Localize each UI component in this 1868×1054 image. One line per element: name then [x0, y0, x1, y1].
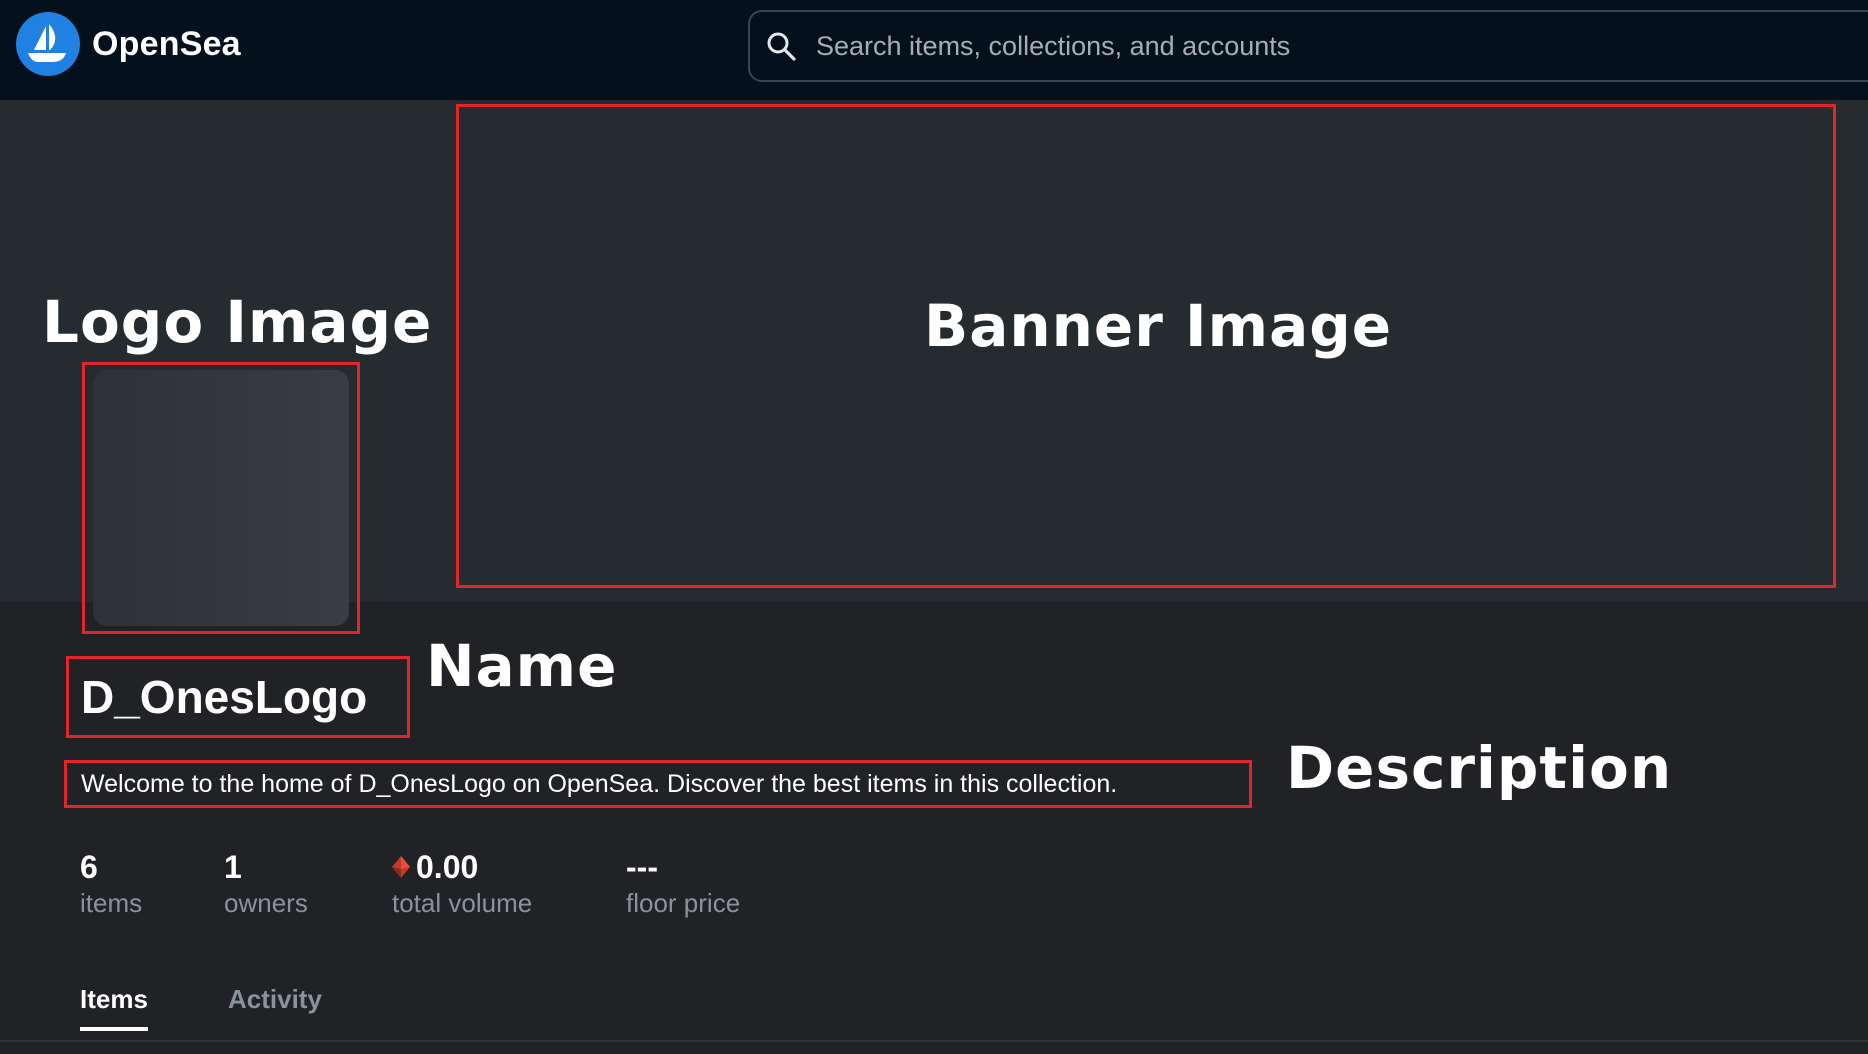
stat-label: items [80, 888, 143, 918]
collection-name-frame: D_OnesLogo [66, 656, 410, 738]
eth-icon [392, 849, 410, 886]
tab-activity[interactable]: Activity [228, 984, 322, 1027]
stat-owners[interactable]: 1 owners [224, 848, 308, 919]
stat-value: 1 [224, 848, 242, 885]
brand-home-link[interactable]: OpenSea [16, 12, 241, 76]
opensea-collection-page: OpenSea Banner Image Logo Image D_OnesLo… [0, 0, 1868, 1054]
name-annotation: Name [426, 632, 618, 700]
search-icon [764, 29, 798, 63]
stat-total-volume[interactable]: 0.00 total volume [392, 848, 532, 919]
stat-value: 6 [80, 848, 98, 885]
stat-items[interactable]: 6 items [80, 848, 142, 919]
stat-value-row: 0.00 [392, 848, 532, 886]
search-input[interactable] [814, 15, 1868, 77]
collection-name: D_OnesLogo [81, 671, 368, 723]
banner-image-annotation: Banner Image [924, 292, 1393, 360]
opensea-ship-icon [16, 12, 80, 76]
stat-label: owners [224, 888, 308, 918]
brand-name: OpenSea [92, 24, 241, 63]
description-annotation: Description [1286, 734, 1673, 802]
stat-label: total volume [392, 888, 533, 918]
logo-image-annotation: Logo Image [42, 288, 433, 356]
stat-label: floor price [626, 888, 741, 918]
search-bar[interactable] [748, 10, 1868, 82]
stat-value: --- [626, 848, 658, 885]
tabs-divider [0, 1040, 1868, 1042]
logo-image-frame [82, 362, 360, 634]
stat-floor-price[interactable]: --- floor price [626, 848, 740, 919]
tab-items[interactable]: Items [80, 984, 148, 1031]
collection-description: Welcome to the home of D_OnesLogo on Ope… [81, 769, 1118, 798]
top-navigation-bar: OpenSea [0, 0, 1868, 100]
collection-description-frame: Welcome to the home of D_OnesLogo on Ope… [64, 760, 1252, 808]
stat-value: 0.00 [416, 848, 479, 885]
logo-image [93, 370, 349, 626]
